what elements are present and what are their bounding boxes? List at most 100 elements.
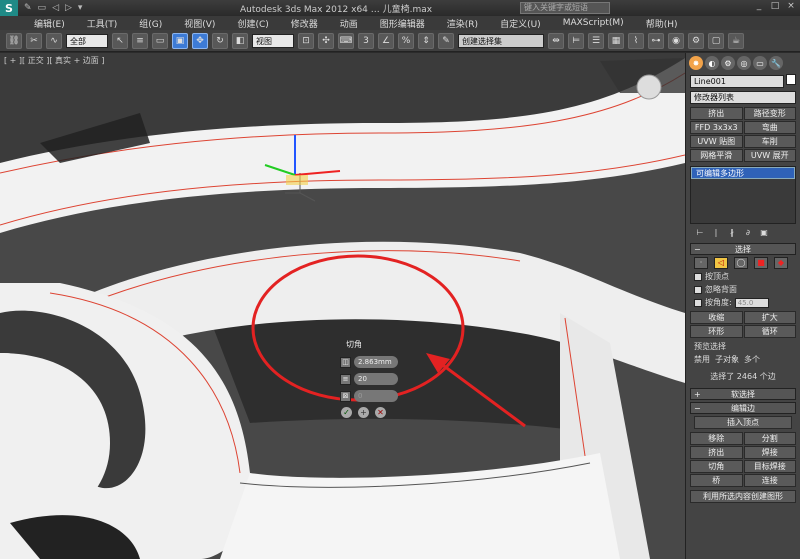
vertex-level-icon[interactable]: ·	[694, 257, 708, 269]
mirror-icon[interactable]: ⇹	[548, 32, 564, 49]
unwrap-uvw-button[interactable]: UVW 展开	[743, 149, 796, 162]
select-by-name-icon[interactable]: ≡	[132, 32, 148, 49]
render-icon[interactable]: ☕	[728, 32, 744, 49]
ignore-backfacing-checkbox[interactable]	[694, 285, 702, 294]
create-shape-button[interactable]: 利用所选内容创建图形	[690, 490, 796, 503]
percent-snap-icon[interactable]: %	[398, 32, 414, 49]
tab-modify-icon[interactable]: ◐	[705, 56, 719, 70]
app-logo-icon[interactable]: S	[0, 0, 18, 16]
menu-edit[interactable]: 编辑(E)	[34, 17, 65, 30]
edit-edges-rollout-header[interactable]: − 编辑边	[690, 402, 796, 414]
object-color-swatch[interactable]	[786, 74, 796, 85]
menu-graph-editors[interactable]: 图形编辑器	[380, 17, 425, 30]
pin-stack-icon[interactable]: ⊢	[694, 228, 706, 240]
perspective-viewport[interactable]: [ + ][ 正交 ][ 真实 + 边面 ] 切角 ◫ 2.863mm ≡ 20 ⊠…	[0, 53, 685, 559]
bridge-button[interactable]: 桥	[690, 474, 743, 487]
menu-rendering[interactable]: 渲染(R)	[447, 17, 478, 30]
window-crossing-icon[interactable]: ▣	[172, 32, 188, 49]
tab-utilities-icon[interactable]: 🔧	[769, 56, 783, 70]
menu-modifiers[interactable]: 修改器	[291, 17, 318, 30]
bend-button[interactable]: 弯曲	[743, 121, 796, 134]
ffd-button[interactable]: FFD 3x3x3	[690, 121, 743, 134]
ring-button[interactable]: 环形	[690, 325, 743, 338]
insert-vertex-button[interactable]: 插入顶点	[694, 416, 792, 429]
minimize-button[interactable]: _	[752, 1, 766, 13]
dropdown-icon[interactable]: ▾	[78, 3, 83, 13]
caddy-ok-button[interactable]: ✓	[341, 407, 352, 418]
border-level-icon[interactable]: ◯	[734, 257, 748, 269]
chamfer-amount-field[interactable]: 2.863mm	[354, 356, 398, 368]
move-icon[interactable]: ✥	[192, 32, 208, 49]
pivot-icon[interactable]: ⊡	[298, 32, 314, 49]
unlink-icon[interactable]: ✂	[26, 32, 42, 49]
preview-subobject-radio[interactable]: 子对象	[715, 354, 739, 365]
by-vertex-checkbox[interactable]	[694, 272, 702, 281]
material-editor-icon[interactable]: ◉	[668, 32, 684, 49]
viewport-label[interactable]: [ + ][ 正交 ][ 真实 + 边面 ]	[4, 55, 104, 66]
soft-selection-rollout-header[interactable]: + 软选择	[690, 388, 796, 400]
open-chamfer-icon[interactable]: ⊠	[340, 390, 351, 402]
select-manipulate-icon[interactable]: ✣	[318, 32, 334, 49]
align-icon[interactable]: ⊨	[568, 32, 584, 49]
remove-button[interactable]: 移除	[690, 432, 743, 445]
link-icon[interactable]: ⛓	[6, 32, 22, 49]
modifier-list-select[interactable]: 修改器列表	[690, 91, 796, 104]
make-unique-icon[interactable]: ∦	[726, 228, 738, 240]
element-level-icon[interactable]: ◆	[774, 257, 788, 269]
menu-animation[interactable]: 动画	[340, 17, 358, 30]
object-name-field[interactable]: Line001	[690, 75, 784, 88]
tab-motion-icon[interactable]: ◎	[737, 56, 751, 70]
angle-snap-icon[interactable]: ∠	[378, 32, 394, 49]
rendered-frame-icon[interactable]: ▢	[708, 32, 724, 49]
connect-button[interactable]: 连接	[743, 474, 796, 487]
menu-maxscript[interactable]: MAXScript(M)	[563, 18, 624, 28]
named-selection-sets[interactable]: 创建选择集	[458, 33, 544, 48]
menu-help[interactable]: 帮助(H)	[646, 17, 678, 30]
curve-editor-icon[interactable]: ⌇	[628, 32, 644, 49]
maximize-button[interactable]: □	[768, 1, 782, 13]
extrude-modifier-button[interactable]: 挤出	[690, 107, 743, 120]
shrink-button[interactable]: 收缩	[690, 311, 743, 324]
rotate-icon[interactable]: ↻	[212, 32, 228, 49]
chamfer-segments-field[interactable]: 20	[354, 373, 398, 385]
chamfer-button[interactable]: 切角	[690, 460, 743, 473]
scale-icon[interactable]: ◧	[232, 32, 248, 49]
extrude-button[interactable]: 挤出	[690, 446, 743, 459]
tab-create-icon[interactable]: ✸	[689, 56, 703, 70]
polygon-level-icon[interactable]: ■	[754, 257, 768, 269]
menu-group[interactable]: 组(G)	[139, 17, 162, 30]
reference-coordinate-select[interactable]: 视图	[252, 33, 294, 48]
new-icon[interactable]: ✎	[24, 3, 32, 13]
selection-filter-select[interactable]: 全部	[66, 33, 108, 48]
layer-manager-icon[interactable]: ☰	[588, 32, 604, 49]
edge-level-icon[interactable]: ◁	[714, 257, 728, 269]
undo-icon[interactable]: ◁	[52, 3, 59, 13]
spinner-snap-icon[interactable]: ⇕	[418, 32, 434, 49]
angle-spinner[interactable]: 45.0	[734, 297, 769, 308]
search-input[interactable]: 键入关键字或短语	[520, 2, 610, 14]
menu-create[interactable]: 创建(C)	[237, 17, 268, 30]
edit-named-selection-icon[interactable]: ✎	[438, 32, 454, 49]
meshsmooth-button[interactable]: 网格平滑	[690, 149, 743, 162]
close-button[interactable]: ×	[784, 1, 798, 13]
preview-multi-radio[interactable]: 多个	[744, 354, 760, 365]
caddy-cancel-button[interactable]: ✕	[375, 407, 386, 418]
split-button[interactable]: 分割	[743, 432, 796, 445]
keyboard-shortcut-icon[interactable]: ⌨	[338, 32, 354, 49]
render-setup-icon[interactable]: ⚙	[688, 32, 704, 49]
schematic-view-icon[interactable]: ⊶	[648, 32, 664, 49]
redo-icon[interactable]: ▷	[65, 3, 72, 13]
menu-customize[interactable]: 自定义(U)	[500, 17, 541, 30]
tab-display-icon[interactable]: ▭	[753, 56, 767, 70]
path-deform-button[interactable]: 路径变形	[743, 107, 796, 120]
open-icon[interactable]: ▭	[38, 3, 47, 13]
preview-disabled-radio[interactable]: 禁用	[694, 354, 710, 365]
menu-tools[interactable]: 工具(T)	[87, 17, 118, 30]
select-object-icon[interactable]: ↖	[112, 32, 128, 49]
lathe-button[interactable]: 车削	[743, 135, 796, 148]
stack-item-editable-poly[interactable]: 可编辑多边形	[691, 167, 795, 179]
bind-space-warp-icon[interactable]: ∿	[46, 32, 62, 49]
caddy-apply-button[interactable]: +	[358, 407, 369, 418]
configure-sets-icon[interactable]: ▣	[758, 228, 770, 240]
tab-hierarchy-icon[interactable]: ⚙	[721, 56, 735, 70]
